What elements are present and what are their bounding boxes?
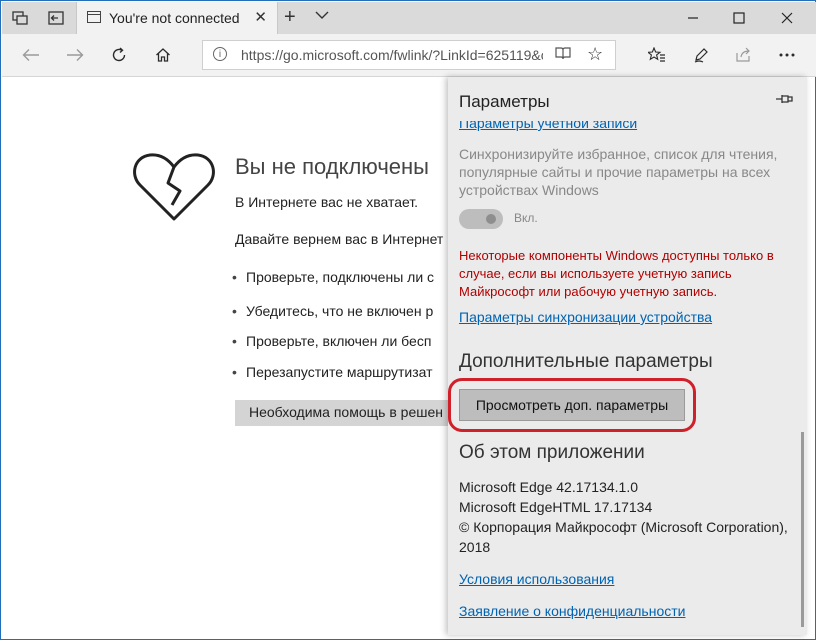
refresh-icon[interactable] (106, 42, 132, 68)
settings-title: Параметры (459, 92, 550, 111)
home-icon[interactable] (150, 42, 176, 68)
page-content: Вы не подключены В Интернете вас не хват… (2, 77, 448, 635)
close-window-icon[interactable] (764, 2, 810, 34)
broken-heart-icon (133, 153, 215, 221)
sync-toggle-label: Вкл. (514, 211, 538, 225)
browser-window: You're not connected ✕ + i https://go.mi… (0, 0, 816, 640)
tab-title: You're not connected (109, 10, 240, 26)
set-aside-tabs-icon[interactable] (46, 8, 66, 28)
title-bar: You're not connected ✕ + (2, 2, 816, 34)
advanced-heading: Дополнительные параметры (459, 351, 713, 372)
navigation-bar: i https://go.microsoft.com/fwlink/?LinkI… (2, 34, 816, 77)
terms-link[interactable]: Условия использования (459, 571, 614, 587)
favorites-hub-icon[interactable] (644, 42, 670, 68)
star-icon[interactable]: ☆ (587, 44, 603, 65)
help-button-label: Необходима помощь в решен (249, 404, 443, 420)
list-item: Убедитесь, что не включен р (232, 303, 433, 319)
copyright: © Корпорация Майкрософт (Microsoft Corpo… (459, 519, 788, 555)
page-icon (87, 11, 101, 23)
list-item: Проверьте, включен ли бесп (232, 333, 431, 349)
highlight-ring (448, 378, 696, 432)
edgehtml-version: Microsoft EdgeHTML 17.17134 (459, 499, 653, 515)
account-warning: Некоторые компоненты Windows доступны то… (459, 248, 774, 299)
list-item: Проверьте, подключены ли с (232, 269, 434, 285)
page-line-1: В Интернете вас не хватает. (235, 194, 419, 210)
list-item: Перезапустите маршрутизат (232, 364, 432, 380)
reading-view-icon[interactable] (555, 46, 571, 64)
chevron-down-icon[interactable] (315, 8, 329, 23)
edge-version: Microsoft Edge 42.17134.1.0 (459, 479, 639, 495)
device-sync-link[interactable]: Параметры синхронизации устройства (459, 309, 712, 325)
tab-manager-icon[interactable] (10, 8, 30, 28)
new-tab-icon[interactable]: + (284, 6, 296, 29)
privacy-link[interactable]: Заявление о конфиденциальности (459, 603, 685, 619)
sync-description: Синхронизируйте избранное, список для чт… (459, 146, 778, 198)
help-button[interactable]: Необходима помощь в решен (235, 400, 448, 426)
web-note-icon[interactable] (688, 42, 714, 68)
close-tab-icon[interactable]: ✕ (254, 8, 267, 26)
forward-icon[interactable] (62, 42, 88, 68)
page-heading: Вы не подключены (235, 154, 429, 179)
info-icon[interactable]: i (213, 47, 227, 61)
url-text[interactable]: https://go.microsoft.com/fwlink/?LinkId=… (241, 47, 543, 63)
page-line-2: Давайте вернем вас в Интернет (235, 231, 444, 247)
back-icon[interactable] (18, 42, 44, 68)
maximize-icon[interactable] (716, 2, 762, 34)
settings-panel: Параметры Параметры учетной записи Синхр… (448, 77, 807, 635)
panel-scrollbar[interactable] (801, 432, 804, 627)
tab-active[interactable]: You're not connected ✕ (76, 2, 278, 34)
share-icon[interactable] (730, 42, 756, 68)
pin-icon[interactable] (775, 92, 793, 109)
account-settings-link[interactable]: Параметры учетной записи (459, 121, 637, 131)
more-icon[interactable] (774, 42, 800, 68)
sync-toggle[interactable] (459, 209, 503, 229)
minimize-icon[interactable] (670, 2, 716, 34)
about-heading: Об этом приложении (459, 442, 645, 463)
address-bar[interactable]: i https://go.microsoft.com/fwlink/?LinkI… (202, 40, 616, 70)
